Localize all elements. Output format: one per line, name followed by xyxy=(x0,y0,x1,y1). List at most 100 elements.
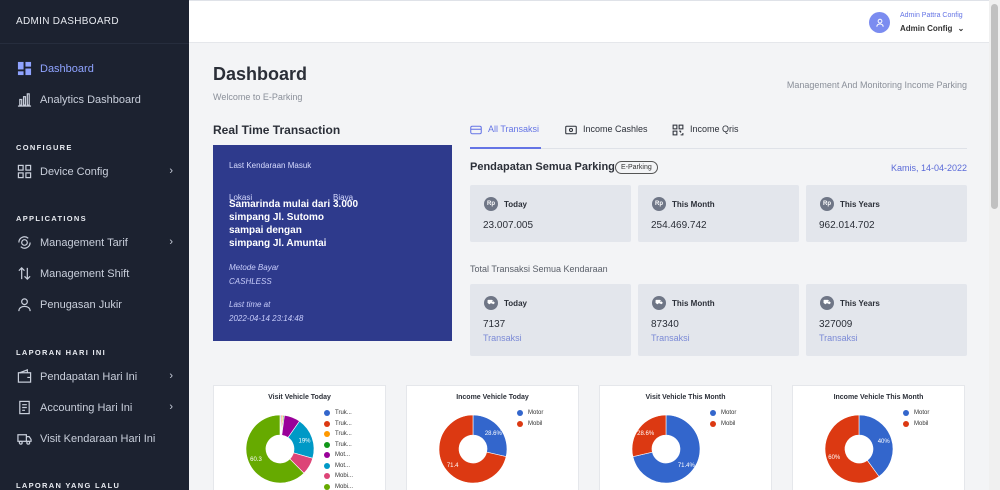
legend-label: Mobil xyxy=(721,420,736,427)
sidebar-item-penugasan-jukir[interactable]: Penugasan Jukir xyxy=(0,289,189,320)
legend-label: Truk... xyxy=(335,420,352,427)
sidebar-item-label: Pendapatan Hari Ini xyxy=(40,370,138,383)
legend-swatch xyxy=(324,431,330,438)
brand-title: ADMIN DASHBOARD xyxy=(0,0,189,44)
tab-label: Income Qris xyxy=(690,124,739,134)
chart-legend: Motor Mobil xyxy=(903,408,929,429)
sidebar: ADMIN DASHBOARD Dashboard Analytics Dash… xyxy=(0,0,189,490)
document-icon xyxy=(16,400,32,416)
legend-item[interactable]: Mobi... xyxy=(324,471,353,482)
legend-item[interactable]: Truk... xyxy=(324,419,353,430)
legend-item[interactable]: Mobil xyxy=(517,419,543,430)
tab-income-cashles[interactable]: Income Cashles xyxy=(565,121,648,149)
scrollbar-thumb[interactable] xyxy=(991,4,998,209)
sidebar-item-dashboard[interactable]: Dashboard xyxy=(0,53,189,84)
stat-label: This Years xyxy=(840,298,880,308)
qr-icon xyxy=(672,124,684,136)
last-time-value: 2022-04-14 23:14:48 xyxy=(229,314,304,323)
pie-slice-label: 19% xyxy=(298,438,311,444)
chevron-right-icon: › xyxy=(169,236,173,248)
legend-swatch xyxy=(903,410,909,417)
chart-legend: Truk... Truk... Truk... Truk... Mot... Mot...… xyxy=(324,408,353,490)
section-configure: CONFIGURE xyxy=(16,143,73,152)
tab-label: Income Cashles xyxy=(583,124,648,134)
pie-slice-label: 60.3 xyxy=(250,457,262,463)
rupiah-icon: Rp xyxy=(484,197,498,211)
legend-item[interactable]: Truk... xyxy=(324,429,353,440)
sidebar-item-analytics[interactable]: Analytics Dashboard xyxy=(0,84,189,115)
legend-swatch xyxy=(324,473,330,480)
tab-all-transaksi[interactable]: All Transaksi xyxy=(470,121,541,149)
rupiah-icon: Rp xyxy=(820,197,834,211)
pie-slice-label: 71.4 xyxy=(447,463,459,469)
legend-label: Truk... xyxy=(335,431,352,438)
sidebar-item-label: Device Config xyxy=(40,165,109,178)
sidebar-item-label: Penugasan Jukir xyxy=(40,298,122,311)
legend-item[interactable]: Truk... xyxy=(324,408,353,419)
sidebar-item-device-config[interactable]: Device Config › xyxy=(0,156,189,187)
chart-income-month: Income Vehicle This Month 40% 60% Motor Mo… xyxy=(792,385,965,490)
sidebar-item-label: Dashboard xyxy=(40,62,94,75)
rupiah-icon: Rp xyxy=(652,197,666,211)
chevron-right-icon: › xyxy=(169,165,173,177)
metode-value: CASHLESS xyxy=(229,277,272,286)
user-icon xyxy=(16,297,32,313)
legend-swatch xyxy=(324,462,330,469)
chevron-down-icon: ⌄ xyxy=(957,24,965,33)
legend-item[interactable]: Mot... xyxy=(324,461,353,472)
tab-bar: All Transaksi Income Cashles Income Qris xyxy=(470,121,967,149)
sidebar-item-management-tarif[interactable]: Management Tarif › xyxy=(0,227,189,258)
legend-swatch xyxy=(710,410,716,417)
scrollbar[interactable] xyxy=(989,0,1000,490)
stat-value: 254.469.742 xyxy=(651,220,707,231)
sidebar-item-management-shift[interactable]: Management Shift xyxy=(0,258,189,289)
chart-legend: Motor Mobil xyxy=(710,408,736,429)
stat-transaksi-month: ⛟ This Month 87340 Transaksi xyxy=(638,284,799,356)
metode-label: Metode Bayar xyxy=(229,263,279,272)
page-right-caption: Management And Monitoring Income Parking xyxy=(786,80,967,90)
stat-pendapatan-month: Rp This Month 254.469.742 xyxy=(638,185,799,242)
chevron-right-icon: › xyxy=(169,370,173,382)
last-time-label: Last time at xyxy=(229,300,271,309)
legend-swatch xyxy=(324,410,330,417)
pie-slice-label: 40% xyxy=(878,439,891,445)
pie-slice-label: 60% xyxy=(828,455,841,461)
user-role-dropdown[interactable]: Admin Config ⌄ xyxy=(900,24,964,33)
pie-chart: 71.4% 28.6% xyxy=(631,414,701,484)
legend-item[interactable]: Motor xyxy=(517,408,543,419)
section-applications: APPLICATIONS xyxy=(16,214,87,223)
legend-label: Motor xyxy=(528,410,544,417)
eparking-badge: E-Parking xyxy=(615,161,658,174)
tab-income-qris[interactable]: Income Qris xyxy=(672,121,739,149)
sidebar-item-visit-kendaraan-hari-ini[interactable]: Visit Kendaraan Hari Ini xyxy=(0,423,189,454)
avatar[interactable] xyxy=(869,12,890,33)
biaya-value: 3.000 xyxy=(333,199,359,210)
sidebar-item-pendapatan-hari-ini[interactable]: Pendapatan Hari Ini › xyxy=(0,361,189,392)
legend-item[interactable]: Mobil xyxy=(710,419,736,430)
sidebar-item-label: Analytics Dashboard xyxy=(40,93,141,106)
sidebar-item-accounting-hari-ini[interactable]: Accounting Hari Ini › xyxy=(0,392,189,423)
legend-item[interactable]: Mobi... xyxy=(324,482,353,490)
legend-label: Mot... xyxy=(335,452,351,459)
sidebar-item-label: Management Shift xyxy=(40,267,130,280)
transaksi-title: Total Transaksi Semua Kendaraan xyxy=(470,264,608,274)
chart-legend: Motor Mobil xyxy=(517,408,543,429)
legend-label: Mobil xyxy=(914,420,929,427)
legend-item[interactable]: Mot... xyxy=(324,450,353,461)
legend-item[interactable]: Truk... xyxy=(324,440,353,451)
truck-icon: ⛟ xyxy=(484,296,498,310)
legend-label: Motor xyxy=(914,410,930,417)
stat-label: Today xyxy=(504,298,527,308)
chart-income-today: Income Vehicle Today 28.6% 71.4 Motor Mobi… xyxy=(406,385,579,490)
legend-item[interactable]: Motor xyxy=(903,408,929,419)
stat-pendapatan-today: Rp Today 23.007.005 xyxy=(470,185,631,242)
dashboard-icon xyxy=(16,61,32,77)
section-laporan-yang-lalu: LAPORAN YANG LALU xyxy=(16,481,121,490)
stat-label: This Years xyxy=(840,199,880,209)
legend-label: Mobi... xyxy=(335,483,354,490)
stat-label: This Month xyxy=(672,199,715,209)
realtime-card: Last Kendaraan Masuk Lokasi Biaya Samari… xyxy=(213,145,452,341)
legend-item[interactable]: Motor xyxy=(710,408,736,419)
legend-item[interactable]: Mobil xyxy=(903,419,929,430)
current-date: Kamis, 14-04-2022 xyxy=(890,163,967,173)
